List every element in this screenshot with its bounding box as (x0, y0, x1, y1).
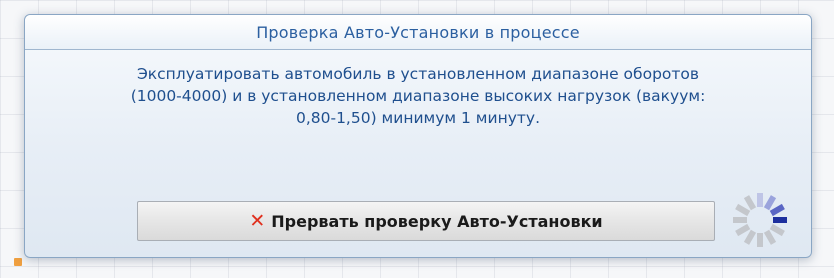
spinner-segment (743, 195, 757, 211)
dialog-title-bar: Проверка Авто-Установки в процессе (25, 15, 811, 50)
message-line-2: (1000-4000) и в установленном диапазоне … (130, 87, 706, 105)
cancel-auto-setup-button[interactable]: ✕ Прервать проверку Авто-Установки (137, 201, 715, 241)
spinner-segment (763, 229, 777, 245)
spinner-segment (735, 203, 751, 217)
close-icon: ✕ (249, 209, 266, 232)
spinner-segment (769, 223, 785, 237)
spinner-segment (735, 223, 751, 237)
spinner-segment (743, 229, 757, 245)
instruction-message: Эксплуатировать автомобиль в установленн… (35, 63, 801, 129)
cancel-button-label: Прервать проверку Авто-Установки (271, 211, 603, 231)
message-line-3: 0,80-1,50) минимум 1 минуту. (295, 109, 541, 127)
loading-spinner-icon (733, 193, 787, 247)
spinner-segment (763, 195, 777, 211)
spinner-segment (769, 203, 785, 217)
dialog-title: Проверка Авто-Установки в процессе (256, 22, 580, 42)
auto-setup-progress-dialog: Проверка Авто-Установки в процессе Экспл… (24, 14, 812, 258)
message-line-1: Эксплуатировать автомобиль в установленн… (136, 65, 700, 83)
background-corner-marker (14, 258, 22, 266)
